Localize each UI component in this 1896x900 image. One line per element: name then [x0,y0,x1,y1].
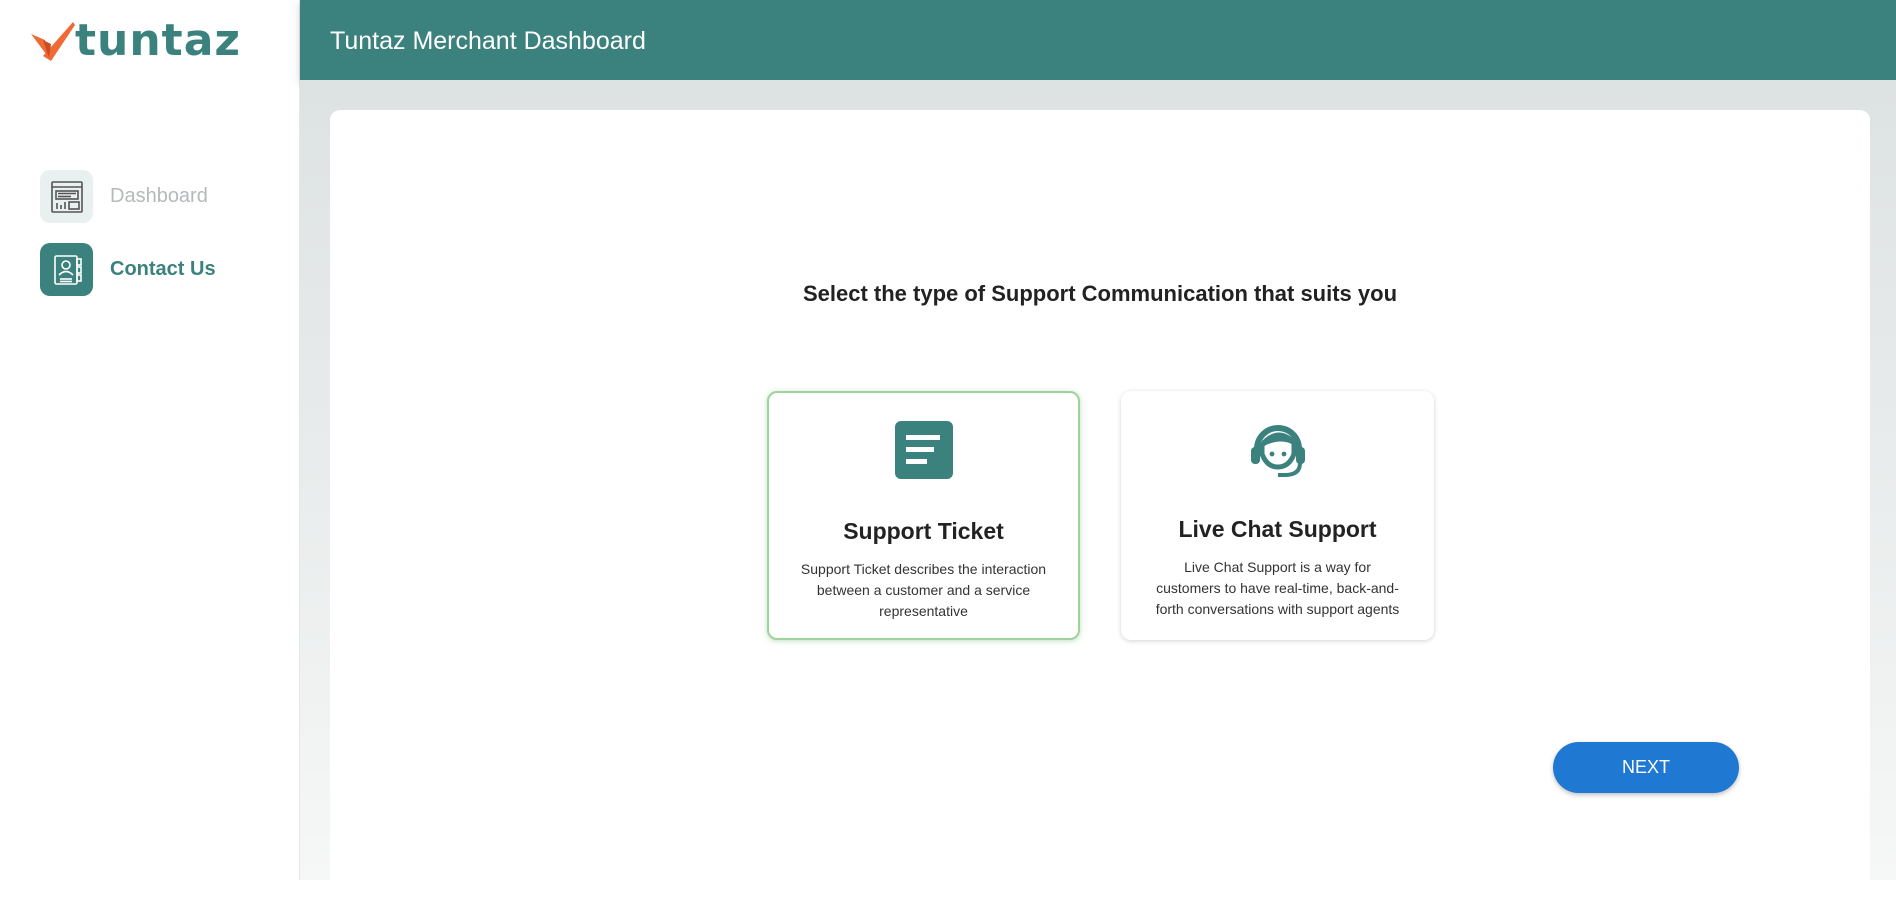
card-description: Live Chat Support is a way for customers… [1155,559,1400,617]
card-title: Support Ticket [843,518,1004,544]
sidebar-item-label: Contact Us [110,258,216,280]
contact-book-icon [40,243,93,296]
dashboard-icon [40,170,93,223]
brand-logo[interactable]: tuntaz [29,16,241,66]
logo-text: tuntaz [75,15,242,66]
page-title: Tuntaz Merchant Dashboard [330,27,646,55]
support-ticket-card[interactable]: Support Ticket Support Ticket describes … [767,391,1080,640]
next-button[interactable]: NEXT [1553,742,1739,793]
headset-agent-icon [1121,419,1434,481]
sidebar: tuntaz Dashboard Contact Us [0,0,300,880]
sidebar-item-dashboard[interactable]: Dashboard [40,170,208,223]
tuntaz-logo-mark-icon [31,22,75,61]
card-title: Live Chat Support [1178,516,1377,542]
document-icon [769,421,1078,483]
sidebar-item-label: Dashboard [110,185,208,207]
sidebar-item-contact-us[interactable]: Contact Us [40,243,216,296]
card-description: Support Ticket describes the interaction… [800,561,1047,619]
support-type-heading: Select the type of Support Communication… [802,281,1398,306]
header-bar: Tuntaz Merchant Dashboard [300,0,1896,80]
live-chat-support-card[interactable]: Live Chat Support Live Chat Support is a… [1121,391,1434,640]
